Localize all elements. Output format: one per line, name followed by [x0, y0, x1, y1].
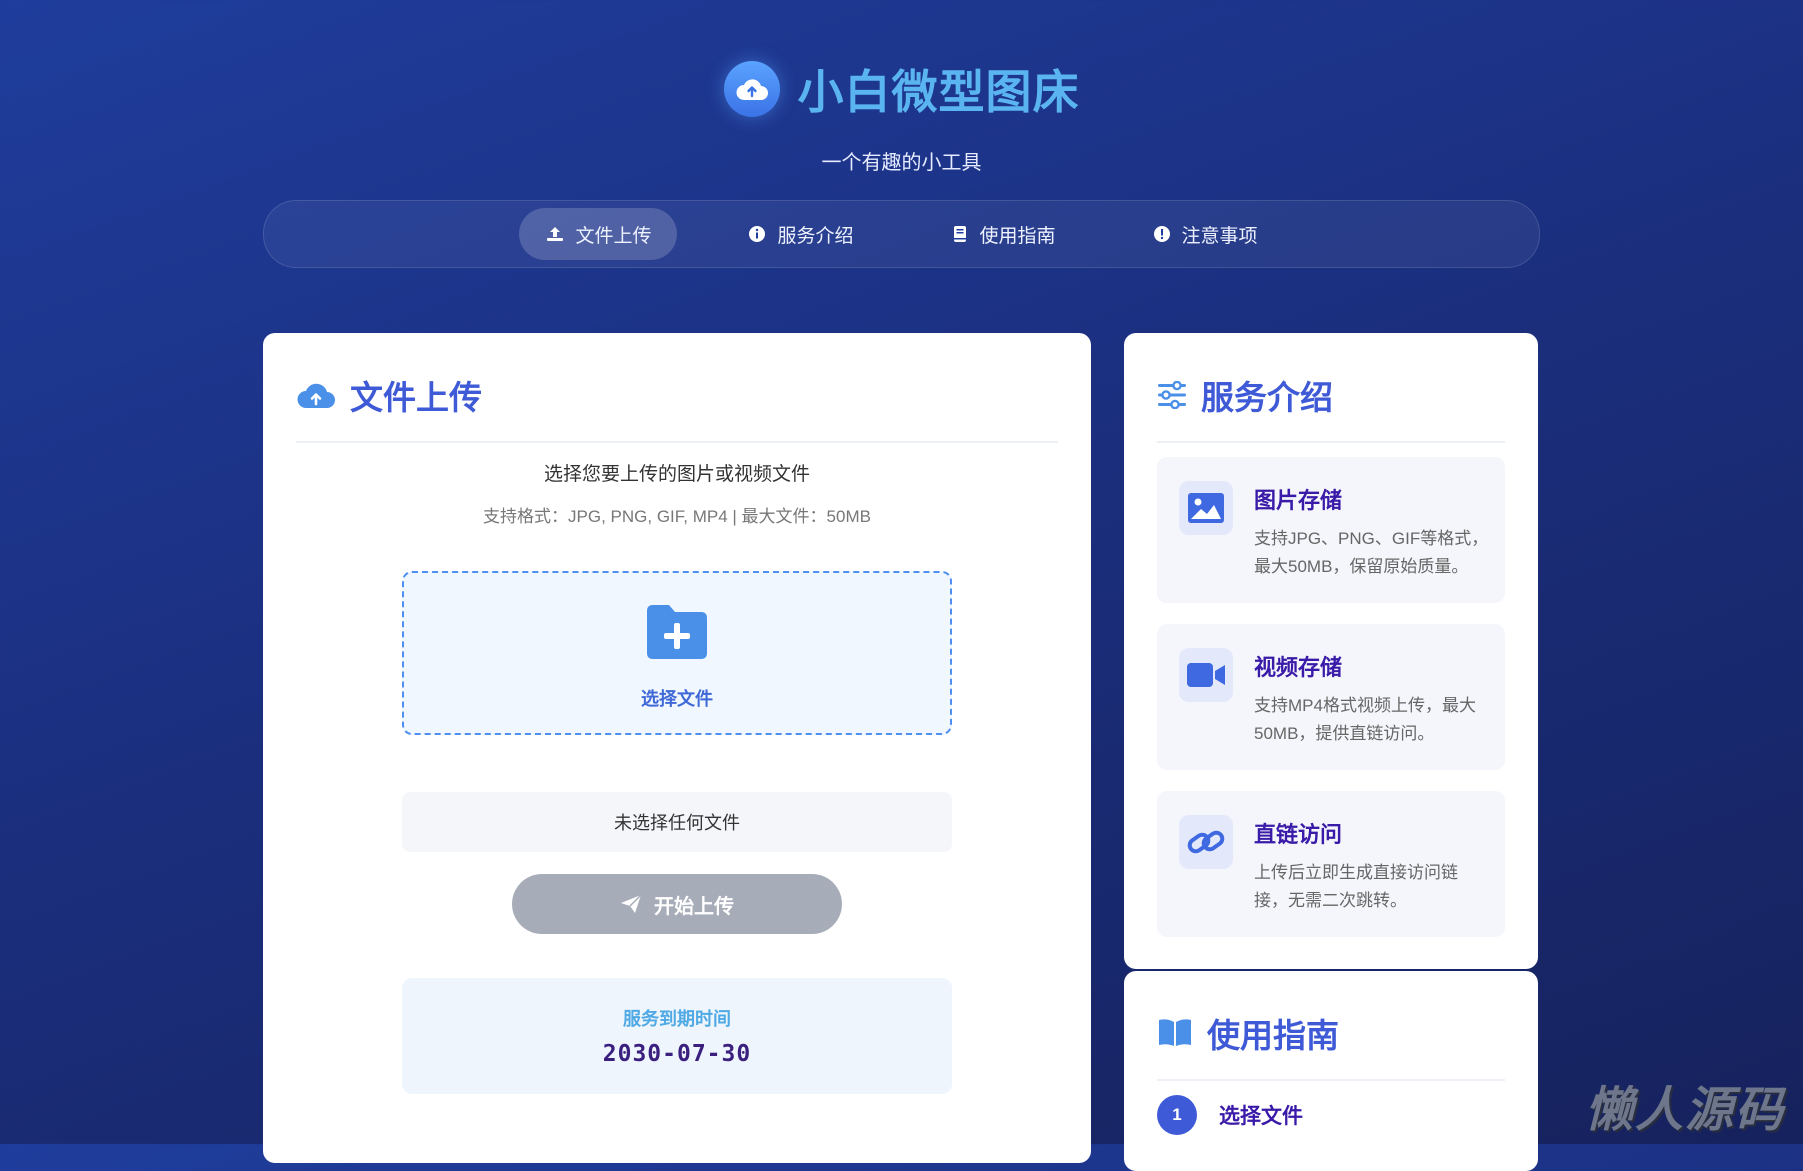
upload-icon [547, 227, 564, 241]
app-subtitle: 一个有趣的小工具 [821, 152, 982, 174]
feature-image-storage: 图片存储 支持JPG、PNG、GIF等格式，最大50MB，保留原始质量。 [1157, 457, 1505, 603]
feature-video-storage: 视频存储 支持MP4格式视频上传，最大50MB，提供直链访问。 [1157, 624, 1505, 770]
select-file-label: 选择文件 [641, 689, 713, 709]
sliders-icon [1158, 381, 1186, 409]
alert-icon [1153, 226, 1170, 242]
start-upload-button[interactable]: 开始上传 [512, 874, 842, 934]
expiry-label: 服务到期时间 [623, 1009, 731, 1029]
selected-file-display: 未选择任何文件 [402, 792, 952, 852]
brand-header: 小白微型图床 [0, 56, 1803, 122]
services-card: 服务介绍 图片存储 支持JPG、PNG、GIF等格式，最大50MB，保留原始质量… [1124, 333, 1538, 969]
upload-card-title: 文件上传 [350, 379, 482, 416]
upload-card-header: 文件上传 [296, 371, 1058, 443]
video-icon [1179, 648, 1233, 702]
tab-guide-label: 使用指南 [979, 225, 1056, 247]
service-expiry-box: 服务到期时间 2030-07-30 [402, 978, 952, 1094]
services-card-header: 服务介绍 [1157, 371, 1505, 443]
tab-upload[interactable]: 文件上传 [519, 208, 678, 260]
folder-plus-icon [647, 605, 707, 659]
feature-desc: 上传后立即生成直接访问链接，无需二次跳转。 [1254, 863, 1458, 910]
feature-desc: 支持JPG、PNG、GIF等格式，最大50MB，保留原始质量。 [1254, 529, 1489, 576]
tab-notes-label: 注意事项 [1181, 225, 1258, 247]
feature-title: 图片存储 [1254, 488, 1343, 513]
image-icon [1179, 481, 1233, 535]
tab-upload-label: 文件上传 [575, 225, 652, 247]
services-card-title: 服务介绍 [1201, 379, 1333, 416]
tab-services[interactable]: 服务介绍 [721, 208, 879, 260]
tab-notes[interactable]: 注意事项 [1126, 208, 1284, 260]
open-book-icon [1159, 1019, 1191, 1046]
book-icon [953, 226, 966, 242]
upload-card: 文件上传 选择您要上传的图片或视频文件 支持格式：JPG, PNG, GIF, … [263, 333, 1091, 1163]
guide-card-title: 使用指南 [1207, 1017, 1339, 1054]
paper-plane-icon [621, 894, 642, 913]
link-icon [1179, 815, 1233, 869]
main-nav: 文件上传 服务介绍 使用指南 注意事项 [263, 200, 1540, 268]
start-upload-label: 开始上传 [654, 895, 734, 918]
feature-desc: 支持MP4格式视频上传，最大50MB，提供直链访问。 [1254, 696, 1476, 743]
tab-services-label: 服务介绍 [777, 225, 854, 247]
watermark-logo: 懒人源码 [1584, 1084, 1785, 1137]
feature-title: 直链访问 [1254, 822, 1343, 847]
guide-card-header: 使用指南 [1157, 1009, 1505, 1081]
guide-step: 1 选择文件 [1157, 1095, 1303, 1135]
step-label: 选择文件 [1219, 1105, 1303, 1128]
feature-title: 视频存储 [1254, 655, 1343, 680]
app-title: 小白微型图床 [797, 66, 1080, 118]
guide-card: 使用指南 1 选择文件 [1124, 971, 1538, 1171]
cloud-upload-logo-icon [723, 61, 780, 117]
info-icon [749, 226, 766, 242]
cloud-upload-icon [297, 383, 335, 408]
tab-guide[interactable]: 使用指南 [924, 208, 1082, 260]
feature-direct-link: 直链访问 上传后立即生成直接访问链接，无需二次跳转。 [1157, 791, 1505, 937]
expiry-date: 2030-07-30 [602, 1041, 752, 1067]
upload-format-spec: 支持格式：JPG, PNG, GIF, MP4 | 最大文件：50MB [483, 507, 871, 526]
file-dropzone[interactable]: 选择文件 [402, 571, 952, 735]
step-number: 1 [1157, 1095, 1197, 1135]
upload-instructions: 选择您要上传的图片或视频文件 [543, 464, 810, 485]
